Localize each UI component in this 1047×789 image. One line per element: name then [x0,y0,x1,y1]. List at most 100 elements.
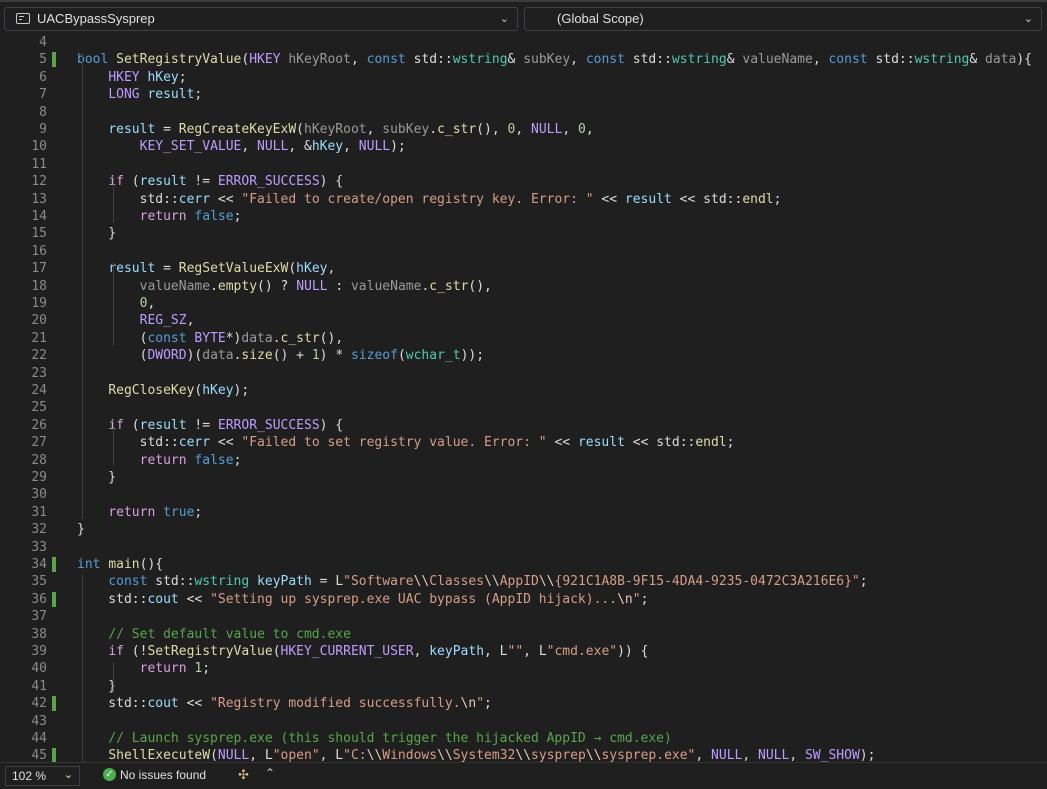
code-line[interactable]: 31 return true; [0,504,1047,521]
code-line[interactable]: 39 if (!SetRegistryValue(HKEY_CURRENT_US… [0,643,1047,660]
line-number: 35 [31,574,47,590]
code-line[interactable]: 36 std::cout << "Setting up sysprep.exe … [0,591,1047,608]
line-number: 12 [31,174,47,190]
code-line[interactable]: 20 REG_SZ, [0,312,1047,329]
project-file-icon [16,13,30,24]
code-line[interactable]: 35 const std::wstring keyPath = L"Softwa… [0,573,1047,590]
code-line[interactable]: 38 // Set default value to cmd.exe [0,626,1047,643]
line-number: 41 [31,678,47,694]
code-text: result = RegSetValueExW(hKey, [108,261,336,277]
code-cleanup-icon[interactable]: ✣ [238,767,249,783]
code-line[interactable]: 27 std::cerr << "Failed to set registry … [0,434,1047,451]
code-text: return false; [139,209,242,224]
code-text: valueName.empty() ? NULL : valueName.c_s… [139,278,492,294]
line-number: 40 [31,661,47,677]
code-line[interactable]: 24 RegCloseKey(hKey); [0,382,1047,399]
line-number: 34 [31,557,47,572]
chevron-up-icon[interactable]: ⌃ [265,766,275,780]
line-number: 11 [31,156,47,172]
code-editor[interactable]: 4 5 bool SetRegistryValue(HKEY hKeyRoot, c… [0,34,1047,762]
line-number: 20 [31,313,47,329]
line-number: 23 [31,365,47,381]
code-text: std::cout << "Registry modified successf… [77,696,492,712]
code-text: std::cout << "Setting up sysprep.exe UAC… [77,591,649,607]
code-line[interactable]: 9 result = RegCreateKeyExW(hKeyRoot, sub… [0,121,1047,138]
code-text: bool SetRegistryValue(HKEY hKeyRoot, con… [77,52,1033,68]
code-line[interactable]: 11 [0,156,1047,173]
code-line[interactable]: 12 if (result != ERROR_SUCCESS) { [0,173,1047,190]
issues-status[interactable]: No issues found [120,768,206,782]
code-text: const std::wstring keyPath = L"Software\… [108,574,868,590]
code-line[interactable]: 37 [0,608,1047,625]
code-line[interactable]: 32} [0,521,1047,538]
change-marker [52,591,56,607]
code-text: return 1; [139,661,211,677]
line-number: 42 [31,696,47,712]
code-line[interactable]: 23 [0,365,1047,382]
code-line[interactable]: 41 } [0,678,1047,695]
code-line[interactable]: 15 } [0,225,1047,242]
code-text: return false; [139,452,242,468]
code-text: std::cerr << "Failed to create/open regi… [77,191,782,207]
code-line[interactable]: 28 return false; [0,452,1047,469]
line-number: 13 [31,191,47,207]
code-text: // Set default value to cmd.exe [108,626,351,642]
code-line[interactable]: 34 int main(){ [0,556,1047,573]
zoom-dropdown[interactable]: 102 % ⌄ [5,766,80,786]
code-text: REG_SZ, [139,313,195,329]
code-text: if (result != ERROR_SUCCESS) { [108,174,344,190]
project-name: UACBypassSysprep [37,11,155,26]
code-line[interactable]: 19 0, [0,295,1047,312]
code-line[interactable]: 44 // Launch sysprep.exe (this should tr… [0,730,1047,747]
change-marker [52,557,56,572]
line-number: 29 [31,470,47,485]
chevron-down-icon: ⌄ [63,769,73,781]
code-line[interactable]: 18 valueName.empty() ? NULL : valueName.… [0,278,1047,295]
code-line[interactable]: 10 KEY_SET_VALUE, NULL, &hKey, NULL); [0,138,1047,155]
code-text: // Launch sysprep.exe (this should trigg… [108,731,672,746]
code-text: (DWORD)(data.size() + 1) * sizeof(wchar_… [77,348,485,364]
line-number: 6 [39,69,47,85]
code-line[interactable]: 30 [0,486,1047,503]
code-text: result = RegCreateKeyExW(hKeyRoot, subKe… [108,122,594,137]
chevron-down-icon: ⌄ [499,13,509,25]
code-text: ShellExecuteW(NULL, L"open", L"C:\\Windo… [108,748,876,762]
code-text: KEY_SET_VALUE, NULL, &hKey, NULL); [139,139,406,155]
code-line[interactable]: 4 [0,34,1047,51]
code-line[interactable]: 22 (DWORD)(data.size() + 1) * sizeof(wch… [0,347,1047,364]
status-bar: 102 % ⌄ ✓ No issues found ✣ ⌃ [0,762,1047,789]
code-line[interactable]: 33 [0,539,1047,556]
line-number: 10 [31,139,47,155]
code-line[interactable]: 17 result = RegSetValueExW(hKey, [0,260,1047,277]
line-number: 33 [31,539,47,555]
code-line[interactable]: 13 std::cerr << "Failed to create/open r… [0,191,1047,208]
line-number: 14 [31,209,47,224]
code-line[interactable]: 40 return 1; [0,660,1047,677]
code-line[interactable]: 8 [0,104,1047,121]
code-line[interactable]: 7 LONG result; [0,86,1047,103]
code-text: HKEY hKey; [108,69,187,85]
code-line[interactable]: 42 std::cout << "Registry modified succe… [0,695,1047,712]
scope-dropdown[interactable]: (Global Scope) ⌄ [524,7,1042,31]
project-dropdown[interactable]: UACBypassSysprep ⌄ [4,7,518,31]
code-text: if (!SetRegistryValue(HKEY_CURRENT_USER,… [108,644,649,659]
code-line[interactable]: 26 if (result != ERROR_SUCCESS) { [0,417,1047,434]
line-number: 28 [31,452,47,468]
code-line[interactable]: 25 [0,399,1047,416]
indent-guide [82,575,83,762]
code-line[interactable]: 21 (const BYTE*)data.c_str(), [0,330,1047,347]
code-line[interactable]: 5 bool SetRegistryValue(HKEY hKeyRoot, co… [0,51,1047,68]
code-text: return true; [108,504,203,520]
code-line[interactable]: 16 [0,243,1047,260]
code-line[interactable]: 6 HKEY hKey; [0,69,1047,86]
code-text: } [77,522,85,538]
code-line[interactable]: 45 ShellExecuteW(NULL, L"open", L"C:\\Wi… [0,747,1047,762]
code-line[interactable]: 29 } [0,469,1047,486]
line-number: 17 [31,261,47,277]
code-line[interactable]: 14 return false; [0,208,1047,225]
code-line[interactable]: 43 [0,713,1047,730]
change-marker [52,52,56,68]
line-number: 44 [31,731,47,746]
code-text: RegCloseKey(hKey); [108,383,250,398]
line-number: 18 [31,278,47,294]
